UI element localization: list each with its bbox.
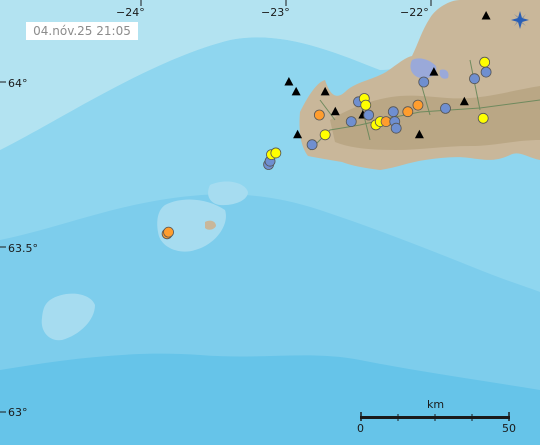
earthquake-marker[interactable]: [345, 116, 357, 127]
earthquake-marker[interactable]: [402, 106, 414, 118]
lon-label-23: −23°: [261, 6, 290, 19]
lat-label-63-5: 63.5°: [8, 242, 38, 255]
earthquake-marker[interactable]: [479, 56, 491, 68]
earthquake-marker[interactable]: [477, 112, 489, 124]
map-canvas: [0, 0, 540, 445]
earthquake-marker[interactable]: [163, 226, 174, 238]
scale-unit: km: [427, 398, 445, 411]
lon-label-22: −22°: [400, 6, 429, 19]
scale-start: 0: [357, 422, 364, 435]
earthquake-marker[interactable]: [387, 106, 399, 118]
lon-label-24: −24°: [116, 6, 145, 19]
earthquake-marker[interactable]: [270, 147, 282, 159]
earthquake-marker[interactable]: [440, 103, 451, 114]
earthquake-marker[interactable]: [390, 122, 402, 134]
earthquake-marker[interactable]: [319, 129, 331, 141]
earthquake-marker[interactable]: [363, 109, 375, 121]
scale-end: 50: [502, 422, 516, 435]
earthquake-marker[interactable]: [360, 99, 372, 111]
earthquake-marker[interactable]: [306, 139, 318, 151]
seismic-map[interactable]: 04.nóv.25 21:05 −24° −23° −22° 64° 63.5°…: [0, 0, 540, 445]
lat-label-64: 64°: [8, 77, 28, 90]
earthquake-marker[interactable]: [480, 66, 492, 78]
timestamp-label: 04.nóv.25 21:05: [26, 22, 138, 40]
earthquake-marker[interactable]: [313, 109, 325, 121]
earthquake-marker[interactable]: [418, 76, 430, 88]
earthquake-marker[interactable]: [412, 99, 424, 111]
lat-label-63: 63°: [8, 406, 28, 419]
earthquake-marker[interactable]: [469, 73, 480, 85]
